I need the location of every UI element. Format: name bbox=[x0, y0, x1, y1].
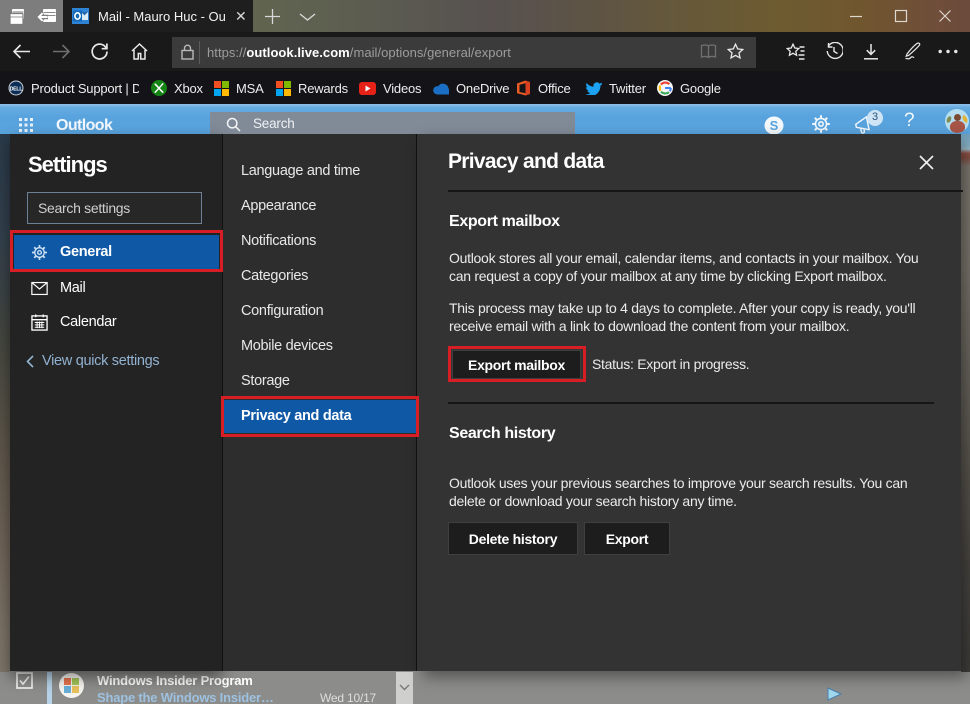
svg-text:S: S bbox=[770, 118, 779, 133]
svg-text:DELL: DELL bbox=[10, 87, 24, 93]
